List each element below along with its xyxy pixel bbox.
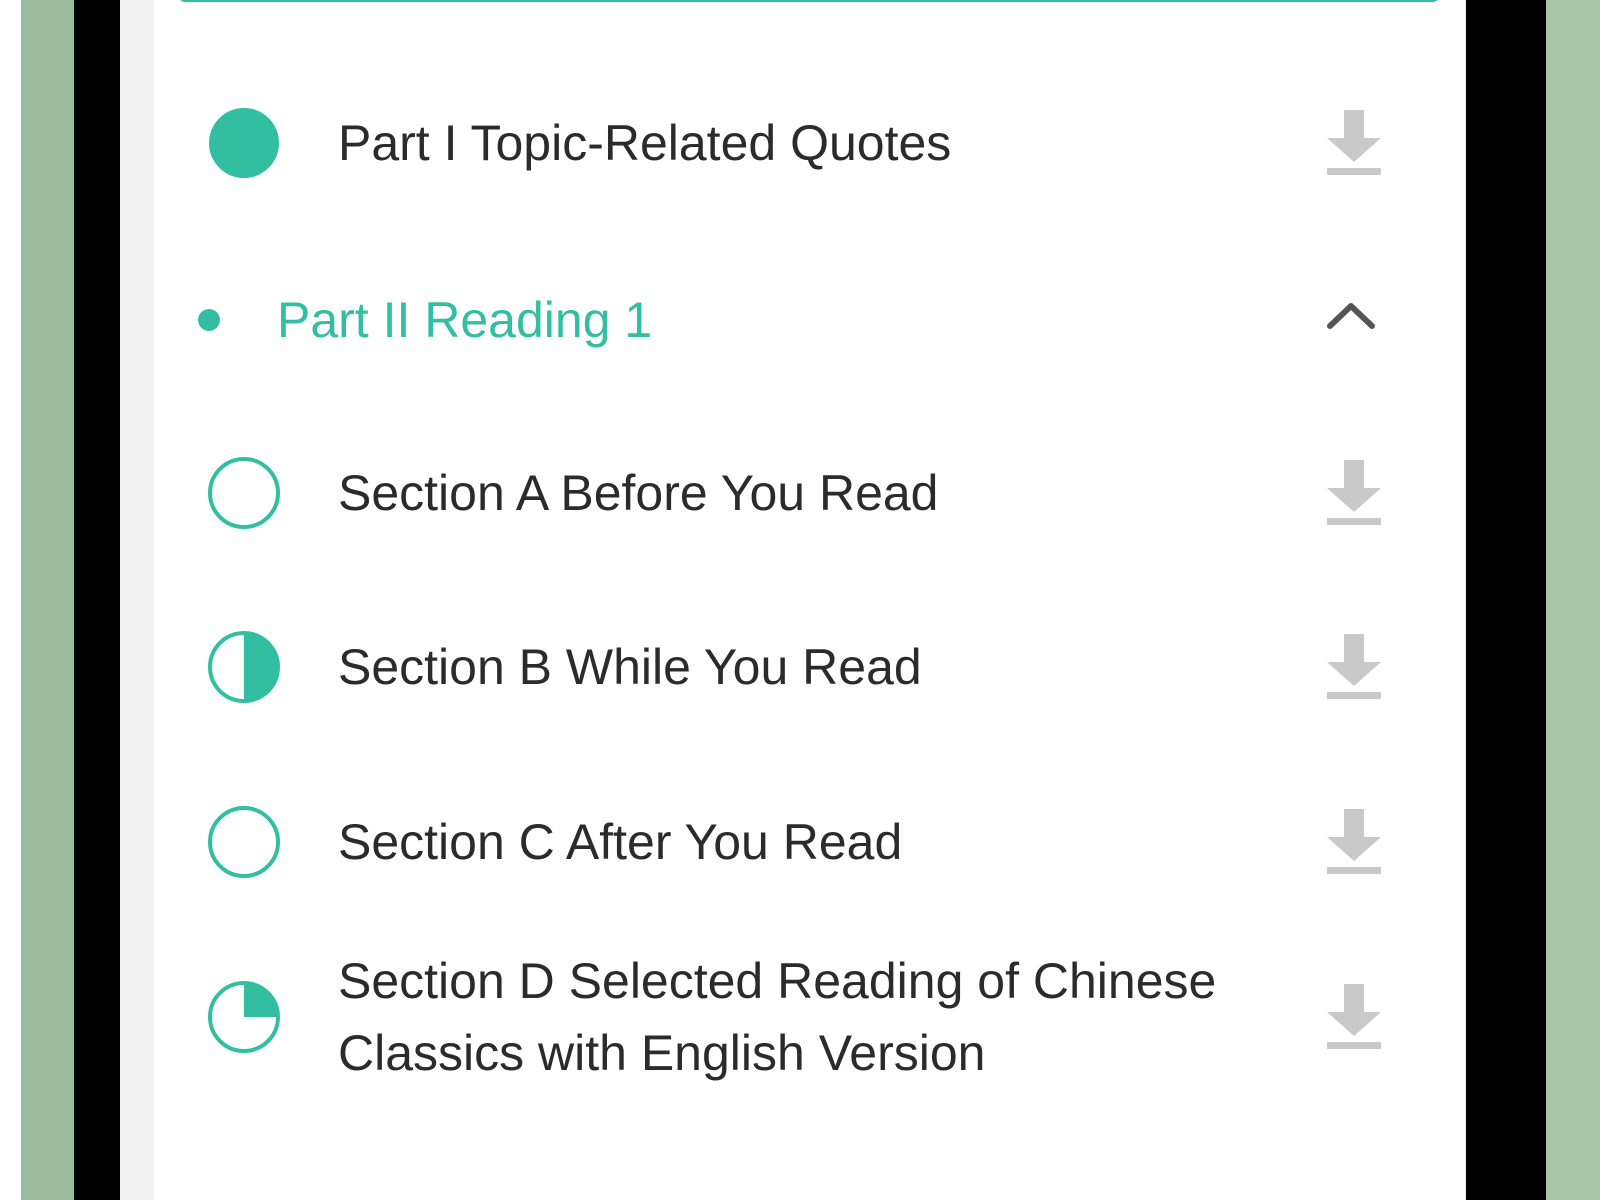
progress-circle-empty (208, 806, 280, 878)
list-item-title: Section D Selected Reading of Chinese Cl… (338, 953, 1217, 1081)
progress-circle-icon (208, 981, 280, 1053)
background-right (1546, 0, 1600, 1200)
download-icon[interactable] (1327, 460, 1381, 526)
part-header-reading-1[interactable]: Part II Reading 1 (154, 232, 1465, 402)
list-item-title: Section A Before You Read (338, 465, 939, 521)
chevron-up-icon[interactable] (1325, 298, 1377, 334)
download-icon[interactable] (1327, 110, 1381, 176)
top-accent-bar (179, 0, 1439, 2)
progress-circle-icon (208, 107, 280, 179)
list-item-title: Part I Topic-Related Quotes (338, 115, 952, 171)
download-icon[interactable] (1327, 984, 1381, 1050)
list-item-section-a[interactable]: Section A Before You Read (154, 407, 1465, 577)
list-item-title: Section C After You Read (338, 814, 903, 870)
progress-circle-icon (208, 631, 280, 703)
list-item-part-1[interactable]: Part I Topic-Related Quotes (154, 58, 1465, 228)
progress-circle-icon (208, 457, 280, 529)
progress-circle-half (208, 631, 280, 703)
progress-circle-quarter (208, 981, 280, 1053)
progress-circle-icon (208, 806, 280, 878)
screen: Part I Topic-Related Quotes Part II Read… (120, 0, 1466, 1200)
download-icon[interactable] (1327, 634, 1381, 700)
list-item-section-b[interactable]: Section B While You Read (154, 581, 1465, 751)
part-title: Part II Reading 1 (277, 292, 653, 348)
list-item-title: Section B While You Read (338, 639, 922, 695)
section-dot-icon (198, 309, 220, 331)
list-item-section-d[interactable]: Section D Selected Reading of Chinese Cl… (154, 931, 1465, 1101)
progress-circle-full (209, 108, 279, 178)
content-card: Part I Topic-Related Quotes Part II Read… (154, 0, 1465, 1200)
list-item-section-c[interactable]: Section C After You Read (154, 756, 1465, 926)
download-icon[interactable] (1327, 809, 1381, 875)
progress-circle-empty (208, 457, 280, 529)
